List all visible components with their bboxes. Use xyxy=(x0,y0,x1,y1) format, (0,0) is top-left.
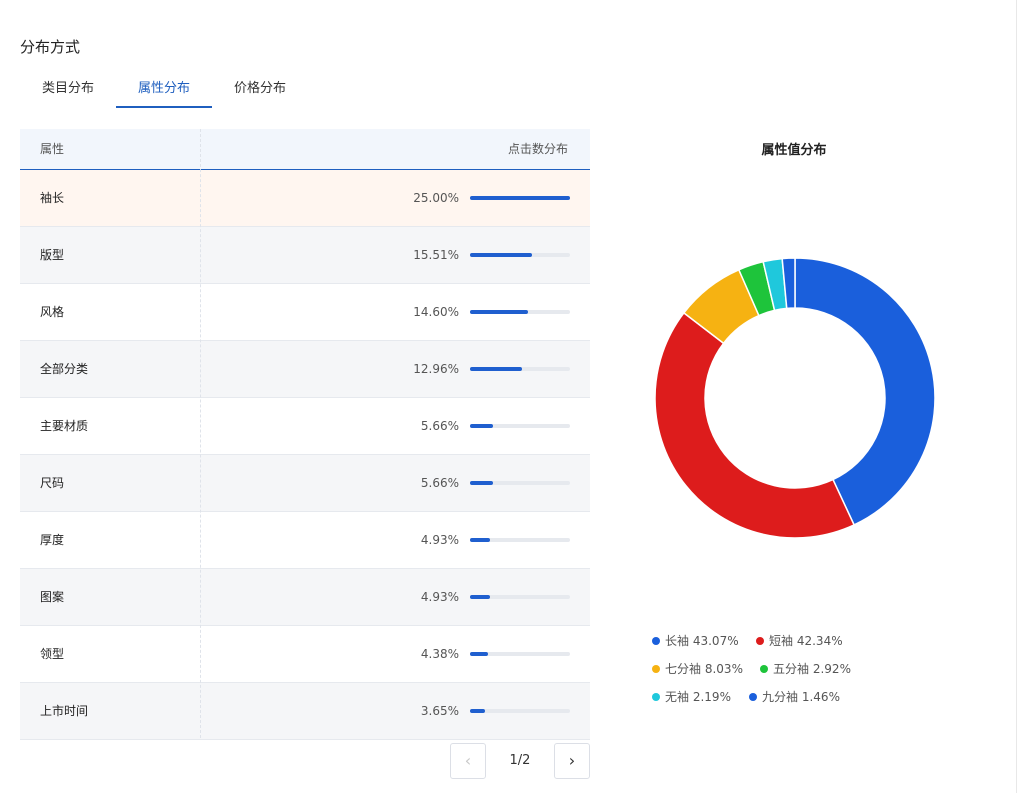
row-percentage: 5.66% xyxy=(420,419,459,433)
attribute-table: 属性 点击数分布 袖长 25.00% 版型 15.51% 风格 14.60% 全部分类 12.… xyxy=(20,129,590,740)
row-attribute-name: 全部分类 xyxy=(40,362,89,376)
row-percentage: 25.00% xyxy=(413,191,459,205)
legend-label: 长袖 xyxy=(665,634,690,648)
legend-label: 九分袖 xyxy=(762,690,799,704)
row-attribute-name: 主要材质 xyxy=(40,419,89,433)
row-percentage: 4.38% xyxy=(420,647,459,661)
legend-item[interactable]: 九分袖 1.46% xyxy=(749,688,840,705)
chart-title: 属性值分布 xyxy=(761,143,827,158)
progress-bar-track xyxy=(470,253,570,257)
progress-bar-fill xyxy=(470,709,485,713)
table-row[interactable]: 图案 4.93% xyxy=(20,569,590,626)
legend-value: 1.46% xyxy=(801,690,840,704)
tab-attribute[interactable]: 属性分布 xyxy=(116,70,212,108)
table-row[interactable]: 上市时间 3.65% xyxy=(20,683,590,740)
header-click-distribution[interactable]: 点击数分布 xyxy=(508,129,568,169)
progress-bar-fill xyxy=(470,652,488,656)
progress-bar-track xyxy=(470,196,570,200)
legend-color-dot xyxy=(652,637,660,645)
tab-price[interactable]: 价格分布 xyxy=(212,70,308,108)
table-row[interactable]: 版型 15.51% xyxy=(20,227,590,284)
pagination: ‹ 1/2 › xyxy=(450,743,590,779)
legend-label: 五分袖 xyxy=(773,662,810,676)
legend-label: 无袖 xyxy=(665,690,690,704)
table-row[interactable]: 尺码 5.66% xyxy=(20,455,590,512)
table-row[interactable]: 风格 14.60% xyxy=(20,284,590,341)
active-tab-indicator xyxy=(116,106,212,108)
progress-bar-fill xyxy=(470,367,522,371)
legend-label: 短袖 xyxy=(769,634,794,648)
legend-item[interactable]: 短袖 42.34% xyxy=(756,632,843,649)
row-percentage: 4.93% xyxy=(420,533,459,547)
prev-page-button[interactable]: ‹ xyxy=(450,743,486,779)
legend-value: 43.07% xyxy=(692,634,739,648)
row-percentage: 3.65% xyxy=(420,704,459,718)
legend-item[interactable]: 七分袖 8.03% xyxy=(652,660,743,677)
next-page-button[interactable]: › xyxy=(554,743,590,779)
row-attribute-name: 风格 xyxy=(40,305,65,319)
row-percentage: 4.93% xyxy=(420,590,459,604)
progress-bar-fill xyxy=(470,538,490,542)
legend-item[interactable]: 长袖 43.07% xyxy=(652,632,739,649)
row-percentage: 5.66% xyxy=(420,476,459,490)
table-row[interactable]: 袖长 25.00% xyxy=(20,170,590,227)
progress-bar-fill xyxy=(470,253,533,257)
row-percentage: 14.60% xyxy=(413,305,459,319)
section-title: 分布方式 xyxy=(20,38,81,56)
row-attribute-name: 版型 xyxy=(40,248,65,262)
progress-bar-track xyxy=(470,424,570,428)
legend-item[interactable]: 无袖 2.19% xyxy=(652,688,731,705)
legend-color-dot xyxy=(760,665,768,673)
legend-color-dot xyxy=(756,637,764,645)
progress-bar-fill xyxy=(470,595,490,599)
row-attribute-name: 厚度 xyxy=(40,533,65,547)
progress-bar-fill xyxy=(470,424,493,428)
page-indicator: 1/2 xyxy=(509,753,531,768)
distribution-tabs: 类目分布 属性分布 价格分布 xyxy=(20,70,420,110)
table-row[interactable]: 厚度 4.93% xyxy=(20,512,590,569)
progress-bar-track xyxy=(470,367,570,371)
table-header: 属性 点击数分布 xyxy=(20,129,590,170)
legend-item[interactable]: 五分袖 2.92% xyxy=(760,660,851,677)
progress-bar-track xyxy=(470,481,570,485)
progress-bar-fill xyxy=(470,481,493,485)
row-attribute-name: 尺码 xyxy=(40,476,65,490)
legend-label: 七分袖 xyxy=(665,662,702,676)
chevron-left-icon: ‹ xyxy=(464,751,472,770)
progress-bar-track xyxy=(470,538,570,542)
row-percentage: 12.96% xyxy=(413,362,459,376)
legend-color-dot xyxy=(652,665,660,673)
progress-bar-track xyxy=(470,310,570,314)
row-attribute-name: 图案 xyxy=(40,590,65,604)
row-attribute-name: 领型 xyxy=(40,647,65,661)
progress-bar-track xyxy=(470,652,570,656)
header-attribute: 属性 xyxy=(40,142,65,156)
page: 分布方式 类目分布 属性分布 价格分布 属性 点击数分布 袖长 25.00% 版型 1… xyxy=(0,0,1023,793)
row-percentage: 15.51% xyxy=(413,248,459,262)
progress-bar-fill xyxy=(470,196,570,200)
legend-value: 42.34% xyxy=(796,634,843,648)
table-row[interactable]: 主要材质 5.66% xyxy=(20,398,590,455)
legend-color-dot xyxy=(749,693,757,701)
progress-bar-track xyxy=(470,595,570,599)
progress-bar-fill xyxy=(470,310,529,314)
donut-chart xyxy=(654,257,936,539)
chevron-right-icon: › xyxy=(568,751,576,770)
row-attribute-name: 上市时间 xyxy=(40,704,89,718)
column-divider xyxy=(200,129,201,738)
legend-color-dot xyxy=(652,693,660,701)
table-row[interactable]: 领型 4.38% xyxy=(20,626,590,683)
legend-value: 2.92% xyxy=(812,662,851,676)
table-body: 袖长 25.00% 版型 15.51% 风格 14.60% 全部分类 12.96% 主要材质 5.… xyxy=(20,170,590,740)
pie-slice[interactable] xyxy=(654,311,856,539)
row-attribute-name: 袖长 xyxy=(40,191,65,205)
legend-value: 8.03% xyxy=(704,662,743,676)
legend-value: 2.19% xyxy=(692,690,731,704)
table-row[interactable]: 全部分类 12.96% xyxy=(20,341,590,398)
scrollbar[interactable] xyxy=(1016,0,1017,793)
progress-bar-track xyxy=(470,709,570,713)
tab-category[interactable]: 类目分布 xyxy=(20,70,116,108)
